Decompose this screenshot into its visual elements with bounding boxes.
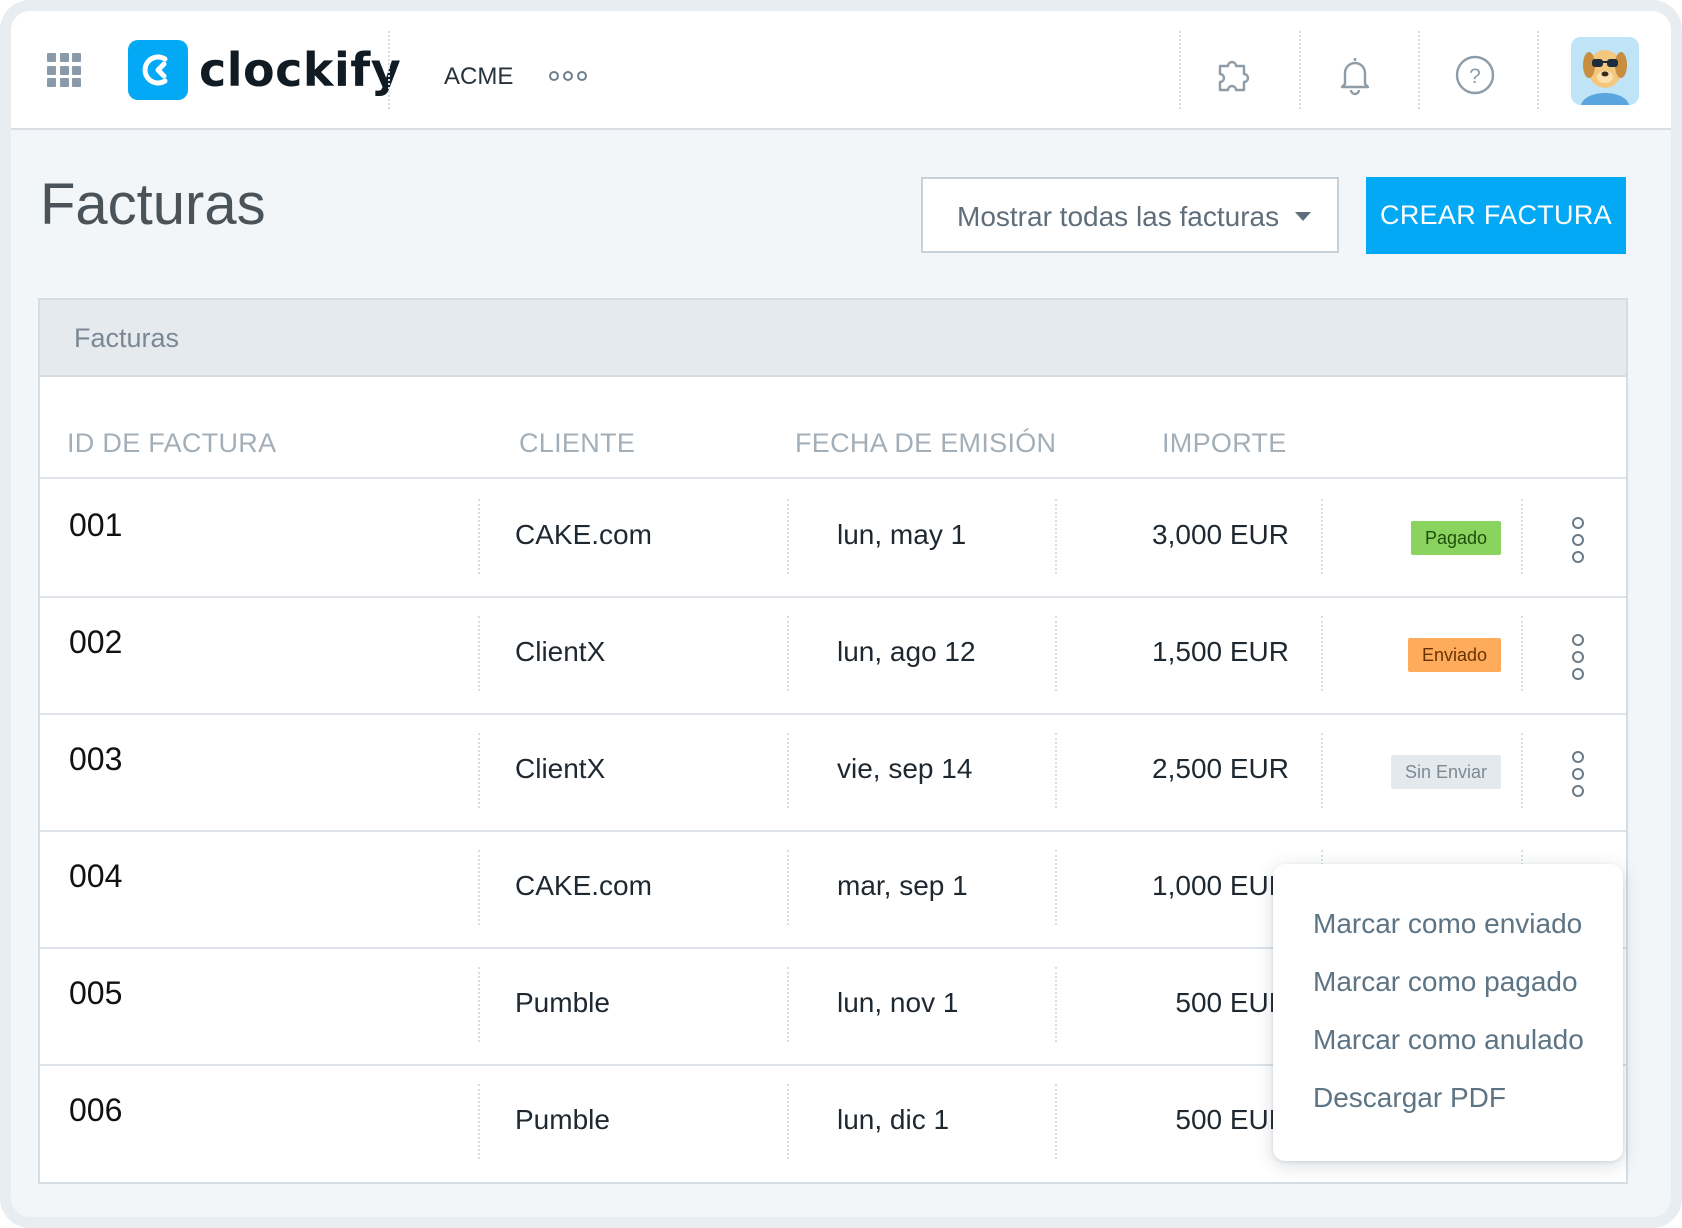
cell-divider [1521, 733, 1523, 808]
cell-divider [787, 850, 789, 925]
app-window: clockify ACME ? Facturas Mostrar todas l… [0, 0, 1682, 1228]
clockify-logo[interactable]: clockify [128, 40, 401, 100]
cell-divider [478, 616, 480, 691]
table-row[interactable]: 002 ClientX lun, ago 12 1,500 EUR Enviad… [40, 596, 1626, 715]
card-header: Facturas [40, 300, 1626, 377]
menu-item-mark-sent[interactable]: Marcar como enviado [1313, 908, 1582, 940]
invoice-id[interactable]: 003 [69, 741, 122, 778]
column-header-amount[interactable]: IMPORTE [1162, 428, 1287, 459]
invoice-date: mar, sep 1 [837, 870, 968, 901]
logo-text: clockify [199, 43, 402, 97]
status-badge: Enviado [1407, 638, 1501, 672]
cell-divider [478, 967, 480, 1042]
cell-divider [478, 733, 480, 808]
invoice-id[interactable]: 006 [69, 1092, 122, 1129]
cell-divider [787, 1084, 789, 1159]
create-invoice-button[interactable]: CREAR FACTURA [1366, 177, 1626, 254]
status-badge: Pagado [1410, 521, 1501, 555]
cell-divider [1055, 499, 1057, 574]
invoice-amount: 1,500 EUR [1152, 636, 1289, 667]
invoice-client: Pumble [515, 1104, 610, 1135]
more-vertical-icon[interactable] [1570, 751, 1586, 797]
more-vertical-icon[interactable] [1570, 517, 1586, 563]
column-header-issue-date[interactable]: FECHA DE EMISIÓN [795, 428, 1056, 459]
cell-divider [1055, 1084, 1057, 1159]
invoice-date: lun, nov 1 [837, 987, 959, 1018]
cell-divider [478, 850, 480, 925]
cell-divider [1321, 733, 1323, 808]
invoice-id[interactable]: 001 [69, 507, 122, 544]
cell-divider [787, 967, 789, 1042]
cell-divider [1321, 616, 1323, 691]
invoice-amount: 3,000 EUR [1152, 519, 1289, 550]
cell-divider [1055, 616, 1057, 691]
cell-divider [787, 499, 789, 574]
column-header-client[interactable]: CLIENTE [519, 428, 635, 459]
more-vertical-icon[interactable] [1570, 634, 1586, 680]
invoice-client: CAKE.com [515, 870, 652, 901]
divider [388, 31, 390, 109]
invoice-amount: 1,000 EUR [1152, 870, 1289, 901]
cell-divider [1521, 499, 1523, 574]
invoice-id[interactable]: 005 [69, 975, 122, 1012]
divider [1299, 31, 1301, 109]
invoice-id[interactable]: 002 [69, 624, 122, 661]
menu-item-mark-paid[interactable]: Marcar como pagado [1313, 966, 1578, 998]
bell-icon[interactable] [1333, 53, 1377, 97]
svg-text:?: ? [1469, 65, 1481, 88]
puzzle-icon[interactable] [1212, 53, 1256, 97]
top-navbar: clockify ACME ? [11, 11, 1671, 130]
invoice-amount: 2,500 EUR [1152, 753, 1289, 784]
table-row[interactable]: 003 ClientX vie, sep 14 2,500 EUR Sin En… [40, 713, 1626, 832]
invoice-date: lun, ago 12 [837, 636, 976, 667]
menu-item-download-pdf[interactable]: Descargar PDF [1313, 1082, 1506, 1114]
user-avatar[interactable] [1571, 37, 1639, 105]
status-badge: Sin Enviar [1390, 755, 1501, 789]
cell-divider [1321, 499, 1323, 574]
invoice-client: CAKE.com [515, 519, 652, 550]
invoice-actions-menu: Marcar como enviado Marcar como pagado M… [1273, 864, 1623, 1161]
help-icon[interactable]: ? [1453, 53, 1497, 97]
invoice-date: vie, sep 14 [837, 753, 973, 784]
invoice-client: Pumble [515, 987, 610, 1018]
more-horizontal-icon[interactable] [548, 69, 588, 83]
invoice-date: lun, dic 1 [837, 1104, 950, 1135]
filter-selected-value: Mostrar todas las facturas [957, 201, 1280, 232]
workspace-name[interactable]: ACME [444, 63, 513, 91]
cell-divider [478, 1084, 480, 1159]
invoice-id[interactable]: 004 [69, 858, 122, 895]
card-title: Facturas [74, 323, 180, 353]
caret-down-icon [1295, 212, 1311, 221]
cell-divider [1521, 616, 1523, 691]
invoice-amount: 500 EUR [1175, 987, 1289, 1018]
cell-divider [478, 499, 480, 574]
invoice-amount: 500 EUR [1175, 1104, 1289, 1135]
cell-divider [1055, 733, 1057, 808]
cell-divider [1055, 967, 1057, 1042]
cell-divider [1055, 850, 1057, 925]
invoice-client: ClientX [515, 753, 606, 784]
cell-divider [787, 616, 789, 691]
divider [1537, 31, 1539, 109]
menu-item-mark-void[interactable]: Marcar como anulado [1313, 1024, 1584, 1056]
invoice-client: ClientX [515, 636, 606, 667]
invoice-filter-dropdown[interactable]: Mostrar todas las facturas [921, 177, 1339, 253]
column-header-invoice-id[interactable]: ID DE FACTURA [67, 428, 276, 459]
cell-divider [787, 733, 789, 808]
page-title: Facturas [40, 172, 266, 237]
divider [1418, 31, 1420, 109]
invoice-date: lun, may 1 [837, 519, 967, 550]
apps-grid-icon[interactable] [47, 53, 81, 87]
clockify-logo-icon [128, 40, 188, 100]
divider [1179, 31, 1181, 109]
table-row[interactable]: 001 CAKE.com lun, may 1 3,000 EUR Pagado [40, 479, 1626, 598]
